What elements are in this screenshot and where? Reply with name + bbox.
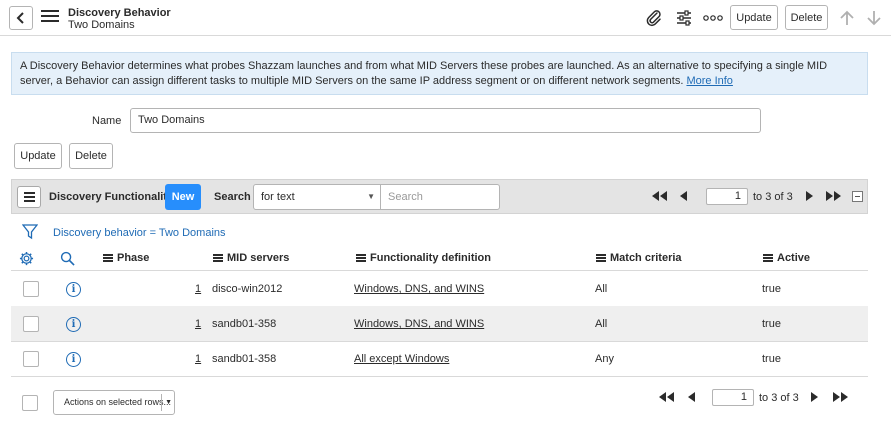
table-row[interactable]: i 1 disco-win2012 Windows, DNS, and WINS… [11,271,868,307]
next-page-icon[interactable] [805,190,815,202]
footer-page-number-input[interactable]: 1 [712,389,754,406]
personalize-list-icon[interactable] [19,251,34,266]
settings-sliders-icon[interactable] [674,8,694,28]
match-criteria-cell: All [595,318,608,330]
arrow-down-icon[interactable] [864,8,884,28]
next-page-icon[interactable] [810,391,820,403]
column-menu-icon[interactable] [763,253,773,264]
select-all-checkbox[interactable] [22,395,38,411]
header-update-button[interactable]: Update [730,5,778,30]
active-cell: true [762,353,781,365]
phase-cell[interactable]: 1 [195,318,201,330]
search-input[interactable]: Search [380,184,500,210]
column-header-match-criteria[interactable]: Match criteria [596,252,682,264]
search-field-select[interactable]: for text ▼ [253,184,382,210]
table-header: Phase MID servers Functionality definiti… [11,246,868,271]
form-subtitle: Two Domains [68,19,135,31]
name-field[interactable]: Two Domains [130,108,761,133]
phase-cell[interactable]: 1 [195,353,201,365]
column-menu-icon[interactable] [103,253,113,264]
collapse-icon[interactable] [852,191,863,202]
row-checkbox[interactable] [23,281,39,297]
last-page-icon[interactable] [824,190,844,202]
form-delete-button[interactable]: Delete [69,143,113,169]
search-icon[interactable] [60,251,75,266]
form-update-button[interactable]: Update [14,143,62,169]
row-checkbox[interactable] [23,316,39,332]
mid-servers-cell: sandb01-358 [212,318,277,330]
last-page-icon[interactable] [831,391,851,403]
new-button[interactable]: New [165,184,201,210]
more-options-icon[interactable] [703,8,723,28]
column-menu-icon[interactable] [356,253,366,264]
back-button[interactable] [9,6,33,30]
row-checkbox[interactable] [23,351,39,367]
paperclip-icon[interactable] [644,8,664,28]
mid-servers-cell: sandb01-358 [212,353,277,365]
menu-icon[interactable] [41,10,59,24]
mid-servers-cell: disco-win2012 [212,283,283,295]
page-number-input[interactable]: 1 [706,188,748,205]
table-row[interactable]: i 1 sandb01-358 All except Windows Any t… [11,341,868,377]
info-banner: A Discovery Behavior determines what pro… [11,52,868,95]
functionality-definition-link[interactable]: Windows, DNS, and WINS [354,318,484,330]
first-page-icon[interactable] [656,391,676,403]
functionality-definition-link[interactable]: All except Windows [354,353,449,365]
chevron-left-icon [16,12,24,24]
column-menu-icon[interactable] [213,253,223,264]
column-header-functionality-definition[interactable]: Functionality definition [356,252,491,264]
active-cell: true [762,318,781,330]
column-header-active[interactable]: Active [763,252,810,264]
footer-page-range-text: to 3 of 3 [759,392,799,404]
name-label: Name [92,115,122,127]
actions-select[interactable]: Actions on selected rows... ▼ [53,390,175,415]
actions-label: Actions on selected rows... [64,397,172,407]
column-header-phase[interactable]: Phase [103,252,149,264]
form-title: Discovery Behavior [68,7,171,19]
related-list-header: Discovery Functionality New Search for t… [11,179,868,214]
search-label: Search [214,191,251,203]
match-criteria-cell: Any [595,353,614,365]
first-page-icon[interactable] [649,190,669,202]
filter-icon[interactable] [21,224,39,242]
info-icon[interactable]: i [66,282,81,297]
page-range-text: to 3 of 3 [753,191,793,203]
list-menu-button[interactable] [17,186,41,208]
previous-page-icon[interactable] [686,391,696,403]
caret-down-icon: ▼ [367,192,375,201]
table-row[interactable]: i 1 sandb01-358 Windows, DNS, and WINS A… [11,306,868,342]
more-info-link[interactable]: More Info [686,75,732,87]
info-icon[interactable]: i [66,352,81,367]
functionality-definition-link[interactable]: Windows, DNS, and WINS [354,283,484,295]
match-criteria-cell: All [595,283,608,295]
search-field-value: for text [261,191,295,203]
previous-page-icon[interactable] [678,190,688,202]
filter-breadcrumb[interactable]: Discovery behavior = Two Domains [53,227,226,239]
column-header-mid-servers[interactable]: MID servers [213,252,289,264]
header-delete-button[interactable]: Delete [785,5,828,30]
form-header: Discovery Behavior Two Domains Update De… [0,0,891,36]
active-cell: true [762,283,781,295]
column-menu-icon[interactable] [596,253,606,264]
caret-down-icon: ▼ [165,399,172,406]
related-list-title: Discovery Functionality [49,191,174,203]
info-icon[interactable]: i [66,317,81,332]
phase-cell[interactable]: 1 [195,283,201,295]
arrow-up-icon[interactable] [837,8,857,28]
